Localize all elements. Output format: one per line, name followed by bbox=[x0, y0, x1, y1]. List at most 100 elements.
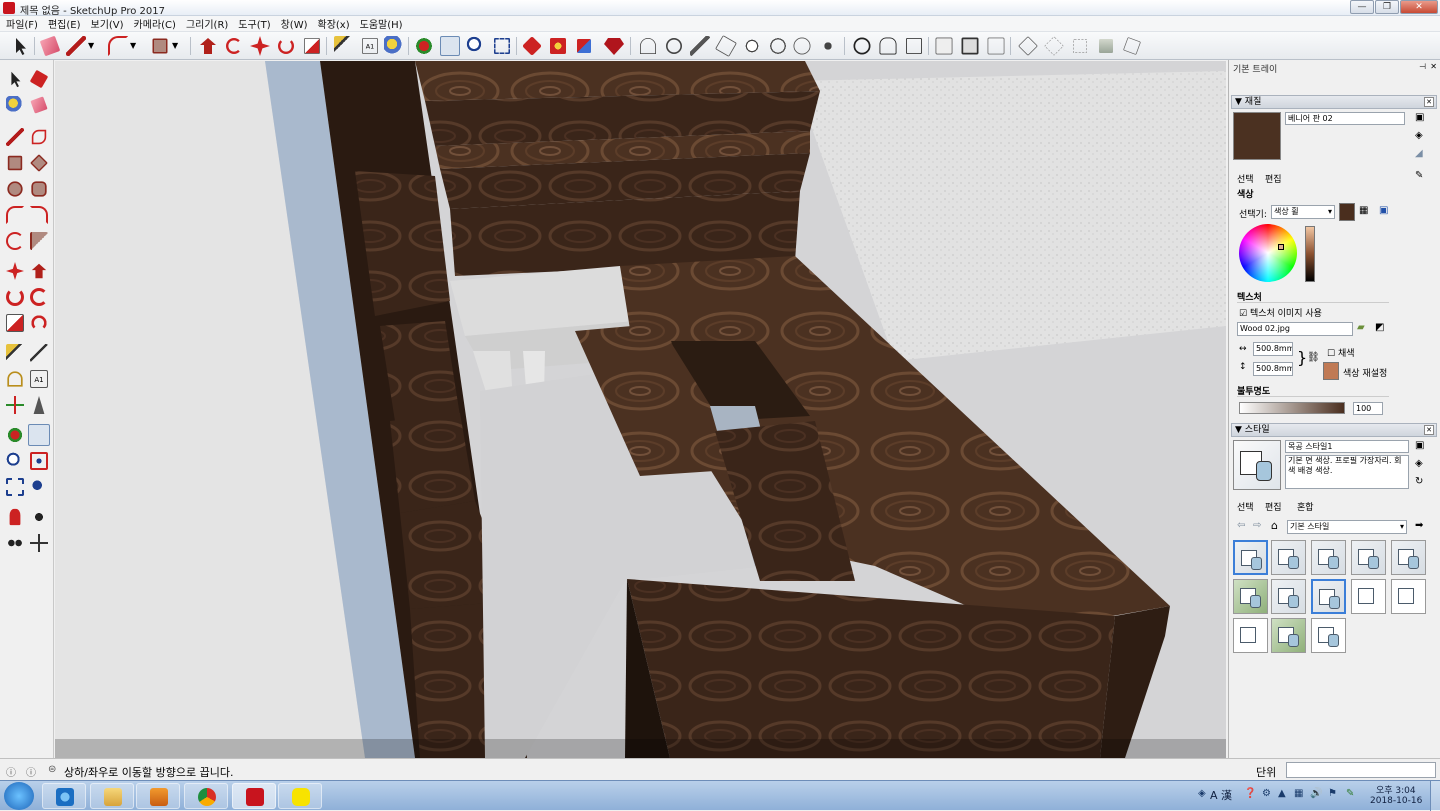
share-model-icon[interactable] bbox=[577, 39, 591, 53]
rotated-rectangle-icon[interactable] bbox=[30, 154, 48, 172]
pin-icon[interactable]: ⊣ bbox=[1419, 62, 1426, 71]
push-pull-tool-icon[interactable] bbox=[31, 263, 47, 279]
paint-bucket-icon[interactable] bbox=[6, 96, 24, 114]
credits-status-icon[interactable]: ⓘ bbox=[26, 764, 36, 779]
settings-tray-icon[interactable]: ⚙ bbox=[1262, 788, 1271, 799]
materials-close-icon[interactable]: ✕ bbox=[1424, 97, 1434, 107]
taskbar-kakaotalk[interactable] bbox=[278, 783, 322, 809]
zoom-tool-icon[interactable] bbox=[466, 36, 486, 56]
push-pull-tool-icon[interactable] bbox=[200, 38, 216, 54]
menu-draw[interactable]: 그리기(R) bbox=[186, 16, 228, 31]
tray-close-icon[interactable]: ✕ bbox=[1430, 62, 1437, 71]
text-tool-icon[interactable]: A1 bbox=[30, 370, 48, 388]
color-wheel[interactable] bbox=[1239, 224, 1297, 282]
browse-folder-icon[interactable]: ▰ bbox=[1357, 322, 1365, 333]
position-camera-icon[interactable] bbox=[9, 508, 21, 526]
3d-text-icon[interactable] bbox=[33, 396, 45, 414]
style-collection-select[interactable]: 기본 스타일 ▾ bbox=[1287, 520, 1407, 534]
style-thumb-5[interactable] bbox=[1391, 540, 1426, 575]
chain-icon[interactable]: ⛓ bbox=[1307, 352, 1320, 363]
select-tool-icon[interactable] bbox=[16, 38, 26, 55]
circle-tool-icon[interactable] bbox=[7, 181, 23, 197]
rectangle-tool-icon[interactable] bbox=[7, 155, 23, 171]
user-status-icon[interactable]: ⊜ bbox=[48, 764, 56, 775]
hand-icon[interactable] bbox=[906, 38, 922, 54]
geo-location-icon[interactable] bbox=[793, 37, 811, 55]
pan-tool-icon[interactable] bbox=[440, 36, 460, 56]
style-tab-mix[interactable]: 혼합 bbox=[1297, 500, 1314, 513]
colorize-checkbox[interactable]: ☐ 채색 bbox=[1327, 346, 1355, 359]
style-thumb-11[interactable] bbox=[1233, 618, 1268, 653]
move-tool-icon[interactable] bbox=[6, 262, 24, 280]
help-tray-icon[interactable]: ❓ bbox=[1244, 788, 1256, 799]
pie-tool-icon[interactable] bbox=[30, 232, 48, 250]
model-viewport[interactable] bbox=[55, 61, 1226, 758]
back-edges-icon[interactable] bbox=[961, 37, 979, 55]
material-name-field[interactable]: 베니어 판 02 bbox=[1285, 112, 1405, 125]
texture-width-field[interactable]: 500.8mm bbox=[1253, 342, 1293, 356]
select-tool-icon[interactable] bbox=[11, 71, 21, 88]
style-thumb-6[interactable] bbox=[1233, 579, 1268, 614]
close-button[interactable]: ✕ bbox=[1400, 0, 1438, 14]
line-tool-icon[interactable] bbox=[66, 36, 86, 56]
action-center-icon[interactable]: ⚑ bbox=[1328, 788, 1337, 799]
taskbar-explorer[interactable] bbox=[90, 783, 134, 809]
ruby-console-icon[interactable] bbox=[604, 38, 624, 55]
grass-icon[interactable] bbox=[1099, 39, 1113, 53]
teapot-icon[interactable] bbox=[879, 37, 897, 55]
style-thumb-4[interactable] bbox=[1351, 540, 1386, 575]
tape-measure-icon[interactable] bbox=[334, 36, 354, 56]
eyedropper-icon[interactable]: ✎ bbox=[1415, 170, 1423, 181]
materials-panel-header[interactable]: ▼ 재질 ✕ bbox=[1231, 95, 1437, 109]
section-plane-icon[interactable] bbox=[30, 534, 48, 552]
iso-view-icon[interactable] bbox=[1018, 36, 1038, 56]
menu-file[interactable]: 파일(F) bbox=[6, 16, 38, 31]
offset-tool-icon[interactable] bbox=[31, 315, 47, 331]
ime-indicator[interactable]: A 漢 bbox=[1210, 787, 1232, 803]
taskbar-media[interactable] bbox=[136, 783, 180, 809]
front-view-icon[interactable] bbox=[1073, 39, 1087, 53]
style-thumb-9[interactable] bbox=[1351, 579, 1386, 614]
home-icon[interactable]: ⌂ bbox=[1271, 519, 1278, 532]
link-aspect-icon[interactable]: } bbox=[1297, 348, 1307, 367]
orbit-tool-icon[interactable] bbox=[6, 426, 24, 444]
network-icon[interactable]: ▦ bbox=[1294, 788, 1303, 799]
volume-icon[interactable]: 🔊 bbox=[1310, 788, 1322, 799]
follow-me-tool-icon[interactable] bbox=[30, 288, 48, 306]
language-bar-icon[interactable]: ◈ bbox=[1198, 788, 1206, 799]
arc-tool-icon[interactable] bbox=[6, 206, 24, 224]
follow-me-tool-icon[interactable] bbox=[226, 38, 242, 54]
create-material-icon[interactable]: ▣ bbox=[1415, 112, 1424, 123]
texture-file-field[interactable]: Wood 02.jpg bbox=[1237, 322, 1353, 336]
line-tool-icon[interactable] bbox=[6, 128, 24, 146]
edit-texture-icon[interactable]: ◩ bbox=[1375, 322, 1384, 333]
extension-warehouse-icon[interactable] bbox=[550, 38, 566, 54]
zoom-extents-icon[interactable] bbox=[6, 478, 24, 496]
style-description-field[interactable]: 기본 면 색상. 프로필 가장자리. 회색 배경 색상. bbox=[1285, 455, 1409, 489]
reset-color-label[interactable]: 색상 재설정 bbox=[1343, 366, 1387, 379]
use-texture-checkbox[interactable]: ☑ 텍스처 이미지 사용 bbox=[1239, 306, 1322, 319]
three-point-arc-icon[interactable] bbox=[6, 232, 24, 250]
create-style-icon[interactable]: ▣ bbox=[1415, 440, 1424, 451]
style-name-field[interactable]: 목공 스타일1 bbox=[1285, 440, 1409, 453]
style-thumb-13[interactable] bbox=[1311, 618, 1346, 653]
menu-view[interactable]: 보기(V) bbox=[91, 16, 124, 31]
clock-time[interactable]: 오후 3:04 bbox=[1376, 783, 1416, 796]
style-thumb-3[interactable] bbox=[1311, 540, 1346, 575]
style-thumb-7[interactable] bbox=[1271, 579, 1306, 614]
style-thumb-2[interactable] bbox=[1271, 540, 1306, 575]
material-tab-edit[interactable]: 편집 bbox=[1265, 172, 1282, 185]
menu-tools[interactable]: 도구(T) bbox=[238, 16, 270, 31]
style-tab-select[interactable]: 선택 bbox=[1237, 500, 1254, 513]
sandbox-icon[interactable] bbox=[640, 38, 656, 54]
picker-select[interactable]: 색상 휠 ▾ bbox=[1271, 205, 1335, 219]
menu-edit[interactable]: 편집(E) bbox=[48, 16, 81, 31]
menu-extensions[interactable]: 확장(x) bbox=[318, 16, 350, 31]
arc-tool-icon[interactable] bbox=[108, 36, 128, 56]
opacity-slider[interactable] bbox=[1239, 402, 1345, 414]
freehand-tool-icon[interactable] bbox=[31, 129, 47, 145]
dimension-tool-icon[interactable] bbox=[30, 344, 48, 362]
paint-bucket-icon[interactable] bbox=[384, 36, 404, 56]
minimize-button[interactable]: — bbox=[1350, 0, 1374, 14]
zoom-tool-icon[interactable] bbox=[6, 452, 24, 470]
